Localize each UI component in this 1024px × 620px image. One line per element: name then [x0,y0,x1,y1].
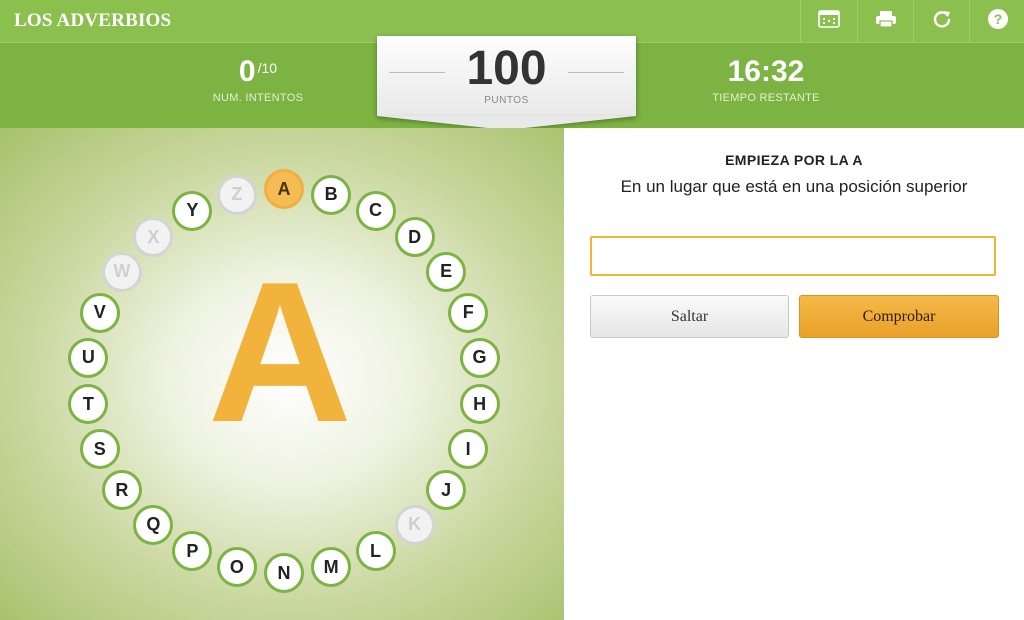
letter-q-bubble[interactable]: Q [133,504,174,545]
letter-v-bubble[interactable]: V [79,292,120,333]
letter-e-bubble[interactable]: E [426,251,467,292]
letter-c-bubble[interactable]: C [355,190,396,231]
current-letter-display: A [207,241,353,464]
print-button[interactable] [857,0,914,42]
letter-f-bubble[interactable]: F [448,292,489,333]
answer-input[interactable] [590,236,996,276]
fullscreen-button[interactable] [800,0,857,42]
app-title: LOS ADVERBIOS [14,10,172,31]
check-button[interactable]: Comprobar [799,295,999,338]
letter-l-bubble[interactable]: L [355,531,396,571]
letter-y-bubble[interactable]: Y [172,190,213,231]
letter-w-bubble[interactable]: W [101,251,142,292]
attempts-counter: 0/10 NUM. INTENTOS [158,43,358,104]
letter-n-bubble[interactable]: N [264,553,304,593]
restart-icon [932,9,952,34]
letter-d-bubble[interactable]: D [394,217,435,258]
help-button[interactable]: ? [969,0,1024,42]
points-panel: 100 PUNTOS [377,36,636,116]
time-remaining: 16:32 TIEMPO RESTANTE [666,43,866,104]
letter-p-bubble[interactable]: P [172,531,213,571]
time-label: TIEMPO RESTANTE [712,92,820,104]
letter-t-bubble[interactable]: T [68,384,109,425]
attempts-label: NUM. INTENTOS [212,92,304,104]
restart-button[interactable] [913,0,970,42]
attempts-total: /10 [257,60,278,76]
question-text: En un lugar que está en una posición sup… [620,177,968,196]
letter-b-bubble[interactable]: B [311,174,352,215]
letter-u-bubble[interactable]: U [68,337,109,378]
points-label: PUNTOS [484,95,529,106]
attempts-value: 0 [238,55,256,88]
question-heading: EMPIEZA POR LA A [725,152,863,168]
svg-text:?: ? [994,11,1003,27]
fullscreen-icon [818,9,840,33]
letter-m-bubble[interactable]: M [311,547,352,588]
help-icon: ? [987,8,1009,35]
letter-a-bubble[interactable]: A [264,169,304,209]
letter-o-bubble[interactable]: O [216,547,257,588]
letter-s-bubble[interactable]: S [79,429,120,470]
time-value: 16:32 [727,55,805,88]
letter-wheel-panel: ABCDEFGHIJKLMNOPQRSTUVWXYZ A [0,128,564,620]
letter-z-bubble[interactable]: Z [216,174,257,215]
letter-g-bubble[interactable]: G [459,337,500,378]
question-panel: EMPIEZA POR LA A En un lugar que está en… [564,128,1024,620]
letter-h-bubble[interactable]: H [459,384,500,425]
letter-k-bubble[interactable]: K [394,504,435,545]
letter-x-bubble[interactable]: X [133,217,174,258]
skip-button[interactable]: Saltar [590,295,789,338]
print-icon [875,10,897,33]
points-value: 100 [466,42,547,95]
letter-r-bubble[interactable]: R [101,470,142,511]
letter-j-bubble[interactable]: J [426,470,467,511]
letter-i-bubble[interactable]: I [448,429,489,470]
